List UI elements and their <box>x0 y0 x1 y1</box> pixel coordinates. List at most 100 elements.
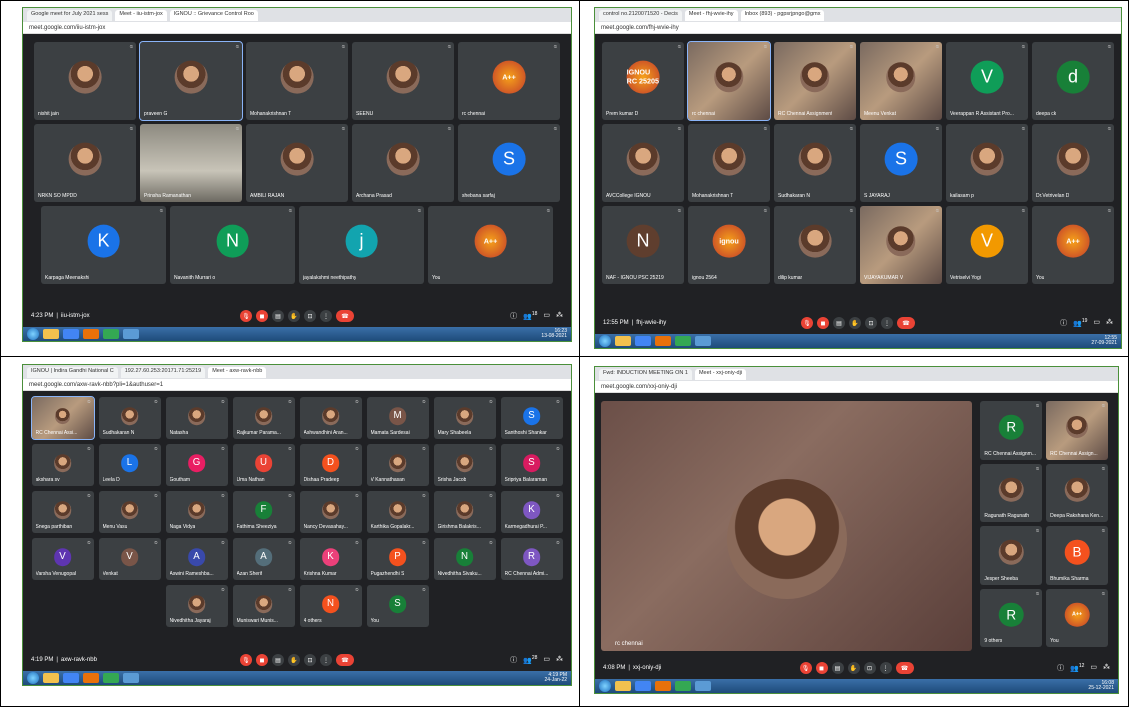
people-button[interactable]: 👥28 <box>523 655 537 665</box>
people-button[interactable]: 👥19 <box>1073 318 1087 328</box>
participant-tile[interactable]: N ⦸ Nivedhitha Sivaku... <box>433 538 496 580</box>
taskbar-app-icon[interactable] <box>103 329 119 339</box>
taskbar-app-icon[interactable] <box>675 681 691 691</box>
browser-tab[interactable]: Google meet for July 2021 sess <box>27 9 113 21</box>
activities-icon[interactable]: ⁂ <box>1106 318 1113 328</box>
browser-tab[interactable]: Meet - iiu-istm-jox <box>115 9 167 21</box>
taskbar-app-icon[interactable] <box>695 681 711 691</box>
taskbar-app-icon[interactable] <box>615 681 631 691</box>
taskbar-app-icon[interactable] <box>675 336 691 346</box>
participant-tile[interactable]: ⦸ Muniswari Munis... <box>232 585 295 627</box>
chat-icon[interactable]: ▭ <box>543 311 550 321</box>
participant-tile[interactable]: ⦸ RC Chennai Assi... <box>30 396 95 440</box>
participant-tile[interactable]: A ⦸ Aswini Rameshba... <box>165 538 228 580</box>
people-button[interactable]: 👥18 <box>523 311 537 321</box>
participant-tile[interactable]: K ⦸ Krishna Kumar <box>299 538 362 580</box>
people-button[interactable]: 👥12 <box>1070 663 1084 673</box>
participant-tile[interactable]: A++ ⦸ You <box>1032 206 1114 284</box>
taskbar-app-icon[interactable] <box>63 329 79 339</box>
activities-icon[interactable]: ⁂ <box>1103 663 1110 673</box>
activities-icon[interactable]: ⁂ <box>556 311 563 321</box>
participant-tile[interactable]: V ⦸ Varsha Venugopal <box>31 538 94 580</box>
participant-tile[interactable]: ⦸ Ragunath Ragunath <box>980 463 1043 522</box>
participant-tile[interactable]: ⦸ VIJAYAKUMAR V <box>860 206 942 284</box>
taskbar-app-icon[interactable] <box>695 336 711 346</box>
participant-tile[interactable]: P ⦸ Pugazhendhi S <box>366 538 429 580</box>
present-button[interactable]: ⊡ <box>304 654 316 666</box>
taskbar-app-icon[interactable] <box>615 336 631 346</box>
present-button[interactable]: ⊡ <box>865 317 877 329</box>
participant-tile[interactable]: ⦸ AVCCollege IGNOU <box>602 124 684 202</box>
present-button[interactable]: ⊡ <box>304 310 316 322</box>
more-options-button[interactable]: ⋮ <box>881 317 893 329</box>
participant-tile[interactable]: R ⦸ RC Chennai Admi... <box>500 538 563 580</box>
participant-tile[interactable]: ⦸ Mary Shabeela <box>433 397 496 439</box>
participant-tile[interactable]: ⦸ rc chennai <box>687 41 771 121</box>
mic-toggle-button[interactable]: 🎙 <box>240 654 252 666</box>
participant-tile[interactable]: S ⦸ shebana sarfaj <box>458 124 560 202</box>
participant-tile[interactable]: d ⦸ deepa ck <box>1032 42 1114 120</box>
participant-tile[interactable]: ⦸ SEENU <box>352 42 454 120</box>
end-call-button[interactable]: ☎ <box>897 317 915 329</box>
participant-tile[interactable]: ⦸ Nivedhitha Jayaraj <box>165 585 228 627</box>
taskbar-app-icon[interactable] <box>123 329 139 339</box>
browser-tab[interactable]: IGNOU | Indira Gandhi National C <box>27 366 118 378</box>
participant-tile[interactable]: ⦸ RC Chennai Assign... <box>1046 401 1108 460</box>
address-bar[interactable]: meet.google.com/fhj-wvie-ihy <box>595 22 1121 34</box>
browser-tab[interactable]: Meet - xxj-oniy-dji <box>694 368 747 380</box>
participant-tile[interactable]: IGNOU RC 25205 ⦸ Prem kumar D <box>602 42 684 120</box>
info-icon[interactable]: ⓘ <box>1057 663 1064 673</box>
participant-tile[interactable]: D ⦸ Dishaa Pradeep <box>299 444 362 486</box>
end-call-button[interactable]: ☎ <box>895 662 914 674</box>
browser-tab[interactable]: 192.27.60.253:20171.71:25219 <box>120 366 206 378</box>
participant-tile[interactable]: A ⦸ Azan Sherif <box>232 538 295 580</box>
participant-tile[interactable]: K ⦸ Karpaga Meenakshi <box>41 206 166 284</box>
participant-tile[interactable]: ⦸ Archana Prasad <box>352 124 454 202</box>
participant-tile[interactable]: ⦸ Jesper Sheeba <box>980 526 1043 585</box>
participant-tile[interactable]: A++ ⦸ You <box>428 206 553 284</box>
info-icon[interactable]: ⓘ <box>510 311 517 321</box>
browser-tab[interactable]: IGNOU :: Grievance Control Roo <box>169 9 258 21</box>
participant-tile[interactable]: ⦸ nishit jain <box>34 42 136 120</box>
end-call-button[interactable]: ☎ <box>336 310 354 322</box>
participant-tile[interactable]: K ⦸ Karmegadhurai P... <box>500 491 563 533</box>
participant-tile[interactable]: ⦸ Menu Vasu <box>98 491 161 533</box>
chat-icon[interactable]: ▭ <box>1090 663 1097 673</box>
participant-tile[interactable]: ⦸ Ashwandhini Aran... <box>299 397 362 439</box>
participant-tile[interactable]: ⦸ kailasam p <box>946 124 1028 202</box>
participant-tile[interactable]: ⦸ Sudhakaran N <box>98 397 161 439</box>
browser-tab[interactable]: Meet - fhj-wvie-ihy <box>684 9 738 21</box>
activities-icon[interactable]: ⁂ <box>556 655 563 665</box>
participant-tile[interactable]: F ⦸ Fathima Sheeziya <box>232 491 295 533</box>
participant-tile[interactable]: ⦸ NRKN SO MPDD <box>34 124 136 202</box>
participant-tile[interactable]: S ⦸ S JAYARAJ <box>860 124 942 202</box>
participant-tile[interactable]: R ⦸ 9 others <box>980 588 1043 647</box>
participant-tile[interactable]: ⦸ Prinsha Ramanathan <box>140 124 242 202</box>
chat-icon[interactable]: ▭ <box>1093 318 1100 328</box>
more-options-button[interactable]: ⋮ <box>879 662 892 674</box>
browser-tab[interactable]: Fwd: INDUCTION MEETING ON 1 <box>599 368 692 380</box>
chat-icon[interactable]: ▭ <box>543 655 550 665</box>
participant-tile[interactable]: S ⦸ You <box>366 585 429 627</box>
participant-tile[interactable]: ⦸ Mohanakrishnan T <box>688 124 770 202</box>
taskbar-app-icon[interactable] <box>43 673 59 683</box>
raise-hand-button[interactable]: ✋ <box>849 317 861 329</box>
present-button[interactable]: ⊡ <box>863 662 876 674</box>
info-icon[interactable]: ⓘ <box>510 655 517 665</box>
participant-tile[interactable]: ⦸ Nancy Devasahay... <box>299 491 362 533</box>
camera-toggle-button[interactable]: ◼ <box>817 317 829 329</box>
participant-tile[interactable]: G ⦸ Goutham <box>165 444 228 486</box>
participant-tile[interactable]: ⦸ AMBILI RAJAN <box>246 124 348 202</box>
raise-hand-button[interactable]: ✋ <box>288 310 300 322</box>
participant-tile[interactable]: U ⦸ Uma Nathan <box>232 444 295 486</box>
participant-tile[interactable]: j ⦸ jayalakshmi neethipathy <box>299 206 424 284</box>
taskbar-app-icon[interactable] <box>123 673 139 683</box>
browser-tab[interactable]: Meet - axw-ravk-nbb <box>208 366 267 378</box>
camera-toggle-button[interactable]: ◼ <box>815 662 828 674</box>
participant-tile[interactable]: A++ ⦸ rc chennai <box>458 42 560 120</box>
participant-tile[interactable]: ⦸ Rajkumar Parama... <box>232 397 295 439</box>
participant-tile[interactable]: S ⦸ Santhoshi Shankar <box>500 397 563 439</box>
participant-tile[interactable]: L ⦸ Leela D <box>98 444 161 486</box>
participant-tile[interactable]: ⦸ Karthika Gopalakr... <box>366 491 429 533</box>
participant-tile[interactable]: N ⦸ 4 others <box>299 585 362 627</box>
